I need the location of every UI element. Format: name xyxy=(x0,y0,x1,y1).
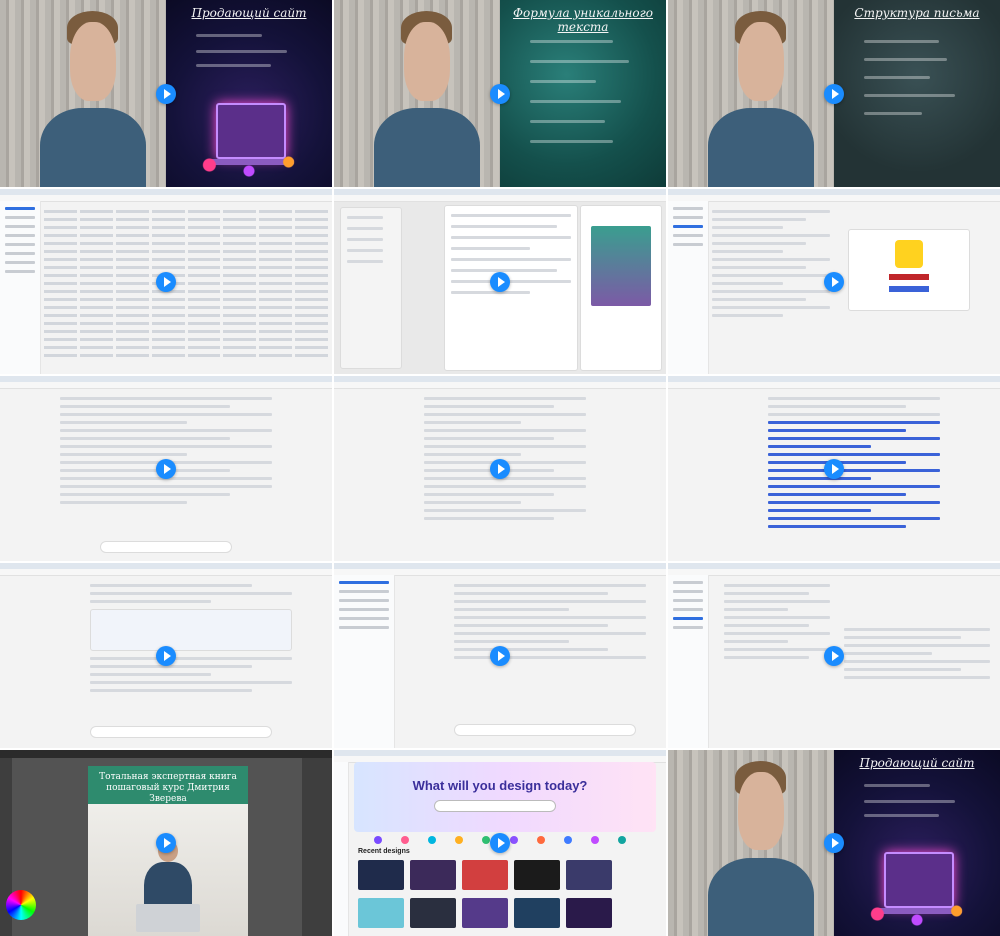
hero-banner xyxy=(354,762,656,832)
play-icon[interactable] xyxy=(490,645,510,666)
screen-tile-editor[interactable] xyxy=(334,189,666,374)
menu-bar xyxy=(0,750,332,758)
play-icon[interactable] xyxy=(490,271,510,292)
presenter xyxy=(39,0,147,187)
screen-tile-chat-4[interactable] xyxy=(0,563,332,748)
play-icon[interactable] xyxy=(824,271,844,292)
preview-panel xyxy=(580,205,662,371)
play-icon[interactable] xyxy=(490,83,510,104)
board: Продающий сайт xyxy=(834,750,1000,936)
screen-tile-chat-5[interactable] xyxy=(668,563,1000,748)
color-wheel-icon[interactable] xyxy=(6,890,36,920)
board-title: Продающий сайт xyxy=(859,756,975,770)
data-table xyxy=(44,205,328,370)
search-input[interactable] xyxy=(434,800,556,812)
play-icon[interactable] xyxy=(490,833,510,853)
video-tile-2[interactable]: Формула уникального текста xyxy=(334,0,666,187)
side-menu xyxy=(340,207,402,369)
board: Формула уникального текста xyxy=(500,0,666,187)
play-icon[interactable] xyxy=(824,645,844,666)
play-icon[interactable] xyxy=(156,271,176,292)
recent-designs-grid[interactable] xyxy=(358,860,642,930)
play-icon[interactable] xyxy=(824,458,844,479)
screen-tile-generator[interactable] xyxy=(334,563,666,748)
cover-header: Тотальная экспертная книга пошаговый кур… xyxy=(88,766,248,804)
screen-tile-canva[interactable]: What will you design today? Recent desig… xyxy=(334,750,666,936)
hero-headline: What will you design today? xyxy=(412,778,588,793)
cover-title: Тотальная экспертная книга xyxy=(99,772,237,782)
board-title: Структура письма xyxy=(854,6,980,20)
video-tile-15[interactable]: Продающий сайт xyxy=(668,750,1000,936)
cover-illustration xyxy=(88,804,248,936)
play-icon[interactable] xyxy=(156,83,176,104)
screen-tile-image-editor[interactable]: Тотальная экспертная книга пошаговый кур… xyxy=(0,750,332,936)
screen-tile-profile[interactable] xyxy=(668,189,1000,374)
board-title: Продающий сайт xyxy=(191,6,307,20)
board-title: Формула уникального текста xyxy=(513,6,653,34)
avatar-card xyxy=(848,229,970,311)
play-icon[interactable] xyxy=(824,833,844,853)
board: Структура письма xyxy=(834,0,1000,187)
sidebar xyxy=(0,201,41,374)
play-icon[interactable] xyxy=(156,645,176,666)
play-icon[interactable] xyxy=(156,833,176,853)
video-tile-1[interactable]: Продающий сайт xyxy=(0,0,332,187)
play-icon[interactable] xyxy=(156,458,176,479)
screen-tile-crm[interactable] xyxy=(0,189,332,374)
video-tile-3[interactable]: Структура письма xyxy=(668,0,1000,187)
chat-input[interactable] xyxy=(90,726,272,738)
screen-tile-chat-2[interactable] xyxy=(334,376,666,561)
screen-tile-chat-1[interactable] xyxy=(0,376,332,561)
play-icon[interactable] xyxy=(490,458,510,479)
board: Продающий сайт xyxy=(166,0,332,187)
screen-tile-chat-3[interactable] xyxy=(668,376,1000,561)
prompt-input[interactable] xyxy=(454,724,636,736)
recent-designs-heading: Recent designs xyxy=(358,848,410,855)
layers-panel[interactable] xyxy=(302,758,332,936)
chat-input[interactable] xyxy=(100,541,232,553)
play-icon[interactable] xyxy=(824,83,844,104)
edit-form xyxy=(444,205,578,371)
cover-subtitle: пошаговый курс Дмитрия Зверева xyxy=(106,783,230,804)
video-thumbnail-grid: Продающий сайт Формула уникального текст… xyxy=(0,0,1000,936)
